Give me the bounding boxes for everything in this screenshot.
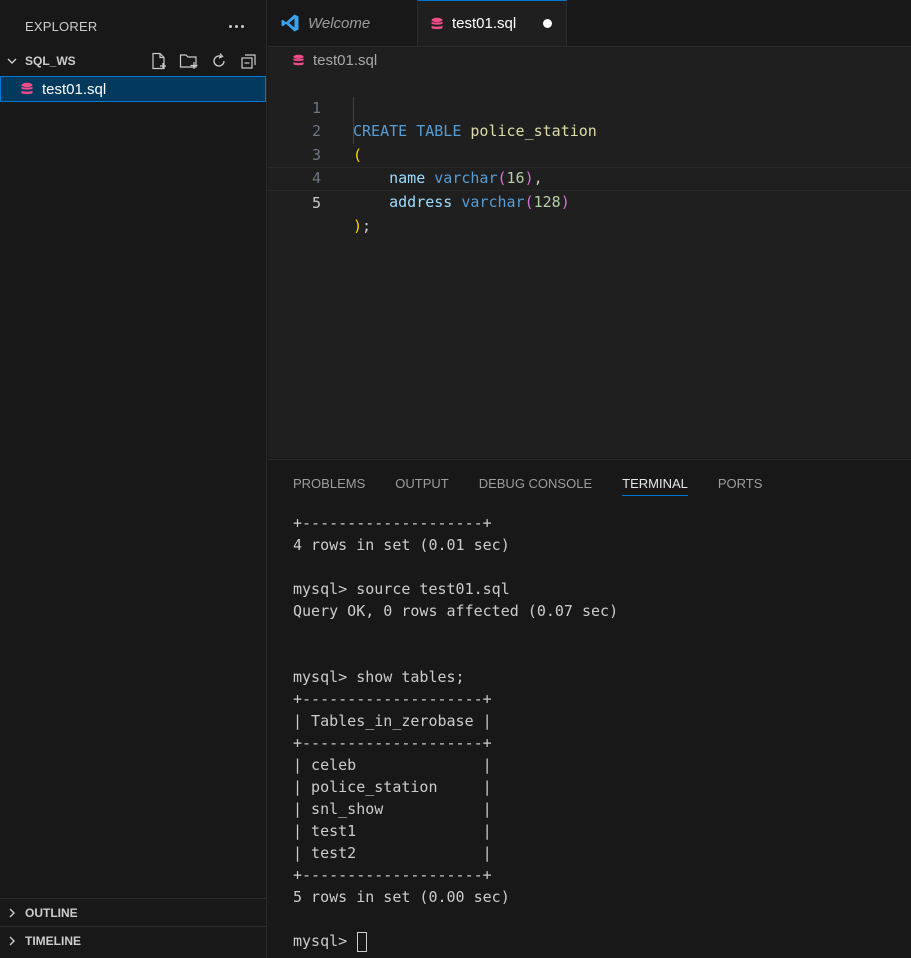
tab-terminal[interactable]: TERMINAL — [622, 460, 688, 506]
workspace-label: SQL_WS — [25, 54, 76, 68]
code-line[interactable]: 2 ( — [268, 97, 911, 164]
workspace-actions — [148, 50, 259, 71]
timeline-section[interactable]: TIMELINE — [0, 926, 267, 954]
timeline-label: TIMELINE — [25, 933, 81, 948]
chevron-right-icon[interactable] — [6, 907, 20, 919]
tab-label: Welcome — [308, 14, 371, 32]
terminal-line: | snl_show | — [293, 800, 492, 818]
code-editor[interactable]: 1 CREATE TABLE police_station 2 ( 3 name… — [268, 73, 911, 235]
more-actions-icon[interactable] — [226, 16, 246, 36]
line-number: 5 — [311, 193, 321, 212]
number: 128 — [533, 192, 561, 211]
bracket: ( — [524, 192, 534, 211]
terminal-line: 4 rows in set (0.01 sec) — [293, 536, 510, 554]
new-folder-icon[interactable] — [178, 50, 199, 71]
terminal-line: | Tables_in_zerobase | — [293, 712, 492, 730]
tab-problems[interactable]: PROBLEMS — [293, 460, 365, 506]
unsaved-dot-icon[interactable] — [543, 19, 552, 28]
bottom-panel: PROBLEMS OUTPUT DEBUG CONSOLE TERMINAL P… — [268, 459, 911, 958]
terminal-line: +--------------------+ — [293, 866, 492, 884]
tab-label: test01.sql — [452, 15, 517, 32]
bracket: ) — [560, 192, 570, 211]
tab-ports[interactable]: PORTS — [718, 460, 763, 506]
terminal-prompt-line[interactable]: mysql> — [293, 930, 618, 952]
outline-label: OUTLINE — [25, 905, 78, 920]
panel-tabs: PROBLEMS OUTPUT DEBUG CONSOLE TERMINAL P… — [268, 460, 911, 506]
code-line[interactable]: 4 address varchar(128) — [268, 144, 911, 211]
tab-output[interactable]: OUTPUT — [395, 460, 448, 506]
terminal-line: mysql> source test01.sql — [293, 580, 510, 598]
tab-debug-console[interactable]: DEBUG CONSOLE — [479, 460, 592, 506]
terminal-line: Query OK, 0 rows affected (0.07 sec) — [293, 602, 619, 620]
editor-tabbar: Welcome test01.sql — [268, 0, 911, 47]
code-line-current[interactable]: 5 ); — [268, 167, 911, 235]
file-item-test01[interactable]: test01.sql — [0, 76, 266, 102]
file-item-label: test01.sql — [42, 80, 107, 98]
type-keyword: varchar — [461, 192, 525, 211]
terminal-line: | test2 | — [293, 844, 492, 862]
terminal-line: +--------------------+ — [293, 690, 492, 708]
chevron-right-icon[interactable] — [6, 935, 20, 947]
code-line[interactable]: 3 name varchar(16), — [268, 120, 911, 188]
breadcrumb[interactable]: test01.sql — [268, 47, 911, 73]
collapse-all-icon[interactable] — [238, 50, 259, 71]
tab-test01-sql[interactable]: test01.sql — [418, 0, 567, 46]
semicolon: ; — [362, 217, 372, 235]
explorer-header: EXPLORER — [0, 0, 266, 52]
database-icon — [292, 54, 305, 67]
explorer-sidebar: EXPLORER SQL_WS test01.sql OUTLINE TIMEL… — [0, 0, 267, 958]
new-file-icon[interactable] — [148, 50, 169, 71]
tab-welcome[interactable]: Welcome — [268, 0, 418, 46]
terminal-line: | test1 | — [293, 822, 492, 840]
code-line[interactable]: 1 CREATE TABLE police_station — [268, 73, 911, 141]
terminal-line: | celeb | — [293, 756, 492, 774]
explorer-title: EXPLORER — [25, 18, 98, 34]
terminal-line: 5 rows in set (0.00 sec) — [293, 888, 510, 906]
terminal-line: +--------------------+ — [293, 734, 492, 752]
database-icon — [430, 17, 444, 31]
editor-area: Welcome test01.sql test01.sql 1 CREATE T… — [268, 0, 911, 458]
workspace-folder[interactable]: SQL_WS — [0, 48, 267, 74]
vscode-icon — [280, 13, 300, 33]
terminal-line: | police_station | — [293, 778, 492, 796]
bracket: ) — [353, 217, 363, 235]
database-icon — [20, 82, 34, 96]
outline-section[interactable]: OUTLINE — [0, 898, 267, 926]
breadcrumb-label: test01.sql — [313, 51, 378, 69]
terminal-line: mysql> show tables; — [293, 668, 465, 686]
terminal-output[interactable]: +--------------------+ 4 rows in set (0.… — [293, 512, 618, 952]
chevron-down-icon[interactable] — [6, 55, 20, 67]
terminal-line: +--------------------+ — [293, 514, 492, 532]
refresh-icon[interactable] — [208, 50, 229, 71]
terminal-cursor — [357, 931, 368, 952]
terminal-prompt: mysql> — [293, 932, 357, 950]
column-name: address — [389, 192, 453, 211]
